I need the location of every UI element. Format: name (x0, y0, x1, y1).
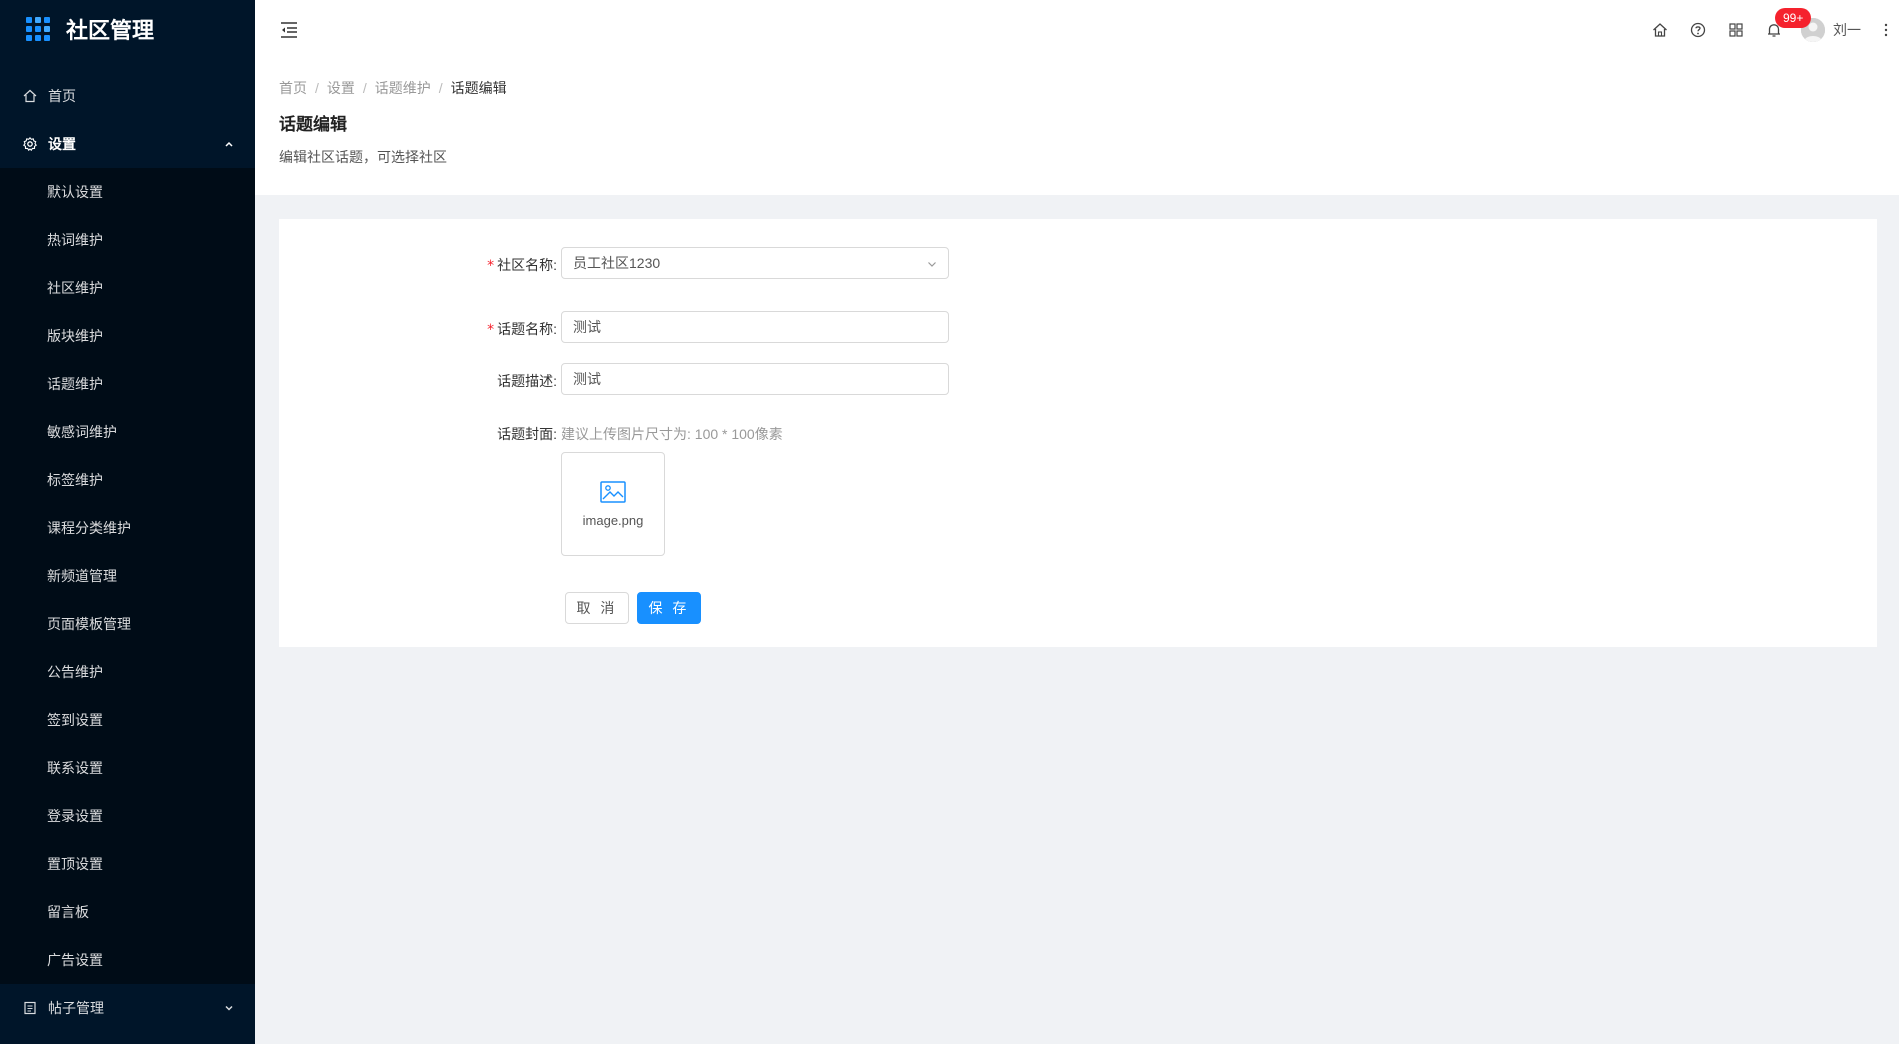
sidebar-item-ads[interactable]: 广告设置 (0, 936, 255, 984)
breadcrumb-settings[interactable]: 设置 (327, 78, 355, 98)
logo[interactable]: 社区管理 (0, 0, 255, 58)
breadcrumb-current: 话题编辑 (450, 80, 507, 96)
page-description: 编辑社区话题，可选择社区 (279, 149, 447, 165)
image-icon (600, 480, 626, 503)
home-icon[interactable] (1641, 0, 1679, 60)
sidebar-item-section[interactable]: 版块维护 (0, 312, 255, 360)
sidebar-item-label: 帖子管理 (48, 1000, 104, 1016)
user-name: 刘一 (1833, 22, 1861, 38)
sidebar-item-new-channel[interactable]: 新频道管理 (0, 552, 255, 600)
required-mark: * (487, 258, 495, 274)
community-select[interactable]: 员工社区1230 (561, 247, 949, 279)
bell-icon[interactable]: 99+ (1755, 0, 1812, 60)
cancel-button[interactable]: 取 消 (565, 592, 629, 624)
sidebar-item-home[interactable]: 首页 (0, 72, 255, 120)
sidebar-item-checkin[interactable]: 签到设置 (0, 696, 255, 744)
sidebar-item-default-settings[interactable]: 默认设置 (0, 168, 255, 216)
sidebar-item-message-board[interactable]: 留言板 (0, 888, 255, 936)
breadcrumb-separator: / (362, 80, 367, 96)
sidebar-item-course-category[interactable]: 课程分类维护 (0, 504, 255, 552)
community-select-value: 员工社区1230 (573, 255, 661, 271)
sidebar: 社区管理 首页 设置 默认设置 热词维护 社区维护 版块维护 话题维护 敏感词维… (0, 0, 255, 1044)
app-grid-icon (26, 17, 50, 41)
gear-icon (22, 136, 38, 152)
settings-submenu: 默认设置 热词维护 社区维护 版块维护 话题维护 敏感词维护 标签维护 课程分类… (0, 168, 255, 984)
page-header: 首页 / 设置 / 话题维护 / 话题编辑 话题编辑 编辑社区话题，可选择社区 (255, 60, 1899, 195)
breadcrumb-home[interactable]: 首页 (279, 78, 307, 98)
home-icon (22, 88, 38, 104)
sidebar-menu: 首页 设置 默认设置 热词维护 社区维护 版块维护 话题维护 敏感词维护 标签维… (0, 72, 255, 1032)
chevron-down-icon (928, 262, 936, 267)
breadcrumb-separator: / (315, 80, 319, 96)
breadcrumb: 首页 / 设置 / 话题维护 / 话题编辑 (279, 78, 1875, 98)
sidebar-item-sensitive-words[interactable]: 敏感词维护 (0, 408, 255, 456)
notification-badge: 99+ (1775, 8, 1812, 28)
top-header: 99+ 刘一 (255, 0, 1899, 60)
sidebar-item-label: 首页 (48, 88, 76, 104)
app-title: 社区管理 (66, 18, 155, 43)
save-button[interactable]: 保 存 (637, 592, 701, 624)
sidebar-item-page-template[interactable]: 页面模板管理 (0, 600, 255, 648)
breadcrumb-separator: / (438, 80, 443, 96)
sidebar-item-login[interactable]: 登录设置 (0, 792, 255, 840)
cover-hint: 建议上传图片尺寸为: 100 * 100像素 (561, 426, 783, 442)
breadcrumb-topic-maintenance[interactable]: 话题维护 (375, 78, 431, 98)
menu-fold-icon[interactable] (279, 20, 299, 40)
form-card: * 社区名称: 员工社区1230 * 话题名称: 测试 话题描述: 测试 话题封面:… (279, 219, 1877, 647)
sidebar-item-settings[interactable]: 设置 (0, 120, 255, 168)
cover-file-name: image.png (582, 512, 644, 528)
sidebar-item-label: 设置 (48, 136, 76, 152)
topic-name-input[interactable]: 测试 (561, 311, 949, 343)
sidebar-item-announcement[interactable]: 公告维护 (0, 648, 255, 696)
sidebar-item-posts[interactable]: 帖子管理 (0, 984, 255, 1032)
header-actions: 99+ 刘一 (1641, 0, 1899, 60)
topic-desc-value: 测试 (573, 371, 601, 387)
cover-label: 话题封面: (497, 426, 557, 442)
sidebar-item-contact[interactable]: 联系设置 (0, 744, 255, 792)
cover-upload[interactable]: image.png (561, 452, 665, 556)
more-vertical-icon[interactable] (1873, 0, 1899, 60)
help-icon[interactable] (1679, 0, 1717, 60)
document-icon (22, 1000, 38, 1016)
community-label: * 社区名称: (487, 257, 557, 274)
chevron-down-icon (225, 1005, 233, 1011)
sidebar-item-tags[interactable]: 标签维护 (0, 456, 255, 504)
topic-name-value: 测试 (573, 319, 601, 335)
sidebar-item-community[interactable]: 社区维护 (0, 264, 255, 312)
page-title: 话题编辑 (279, 115, 347, 134)
topic-name-label: * 话题名称: (487, 321, 557, 338)
topic-desc-input[interactable]: 测试 (561, 363, 949, 395)
chevron-up-icon (225, 141, 233, 147)
topic-desc-label: 话题描述: (497, 373, 557, 389)
required-mark: * (487, 322, 495, 338)
sidebar-item-hotword[interactable]: 热词维护 (0, 216, 255, 264)
sidebar-item-pin[interactable]: 置顶设置 (0, 840, 255, 888)
sidebar-item-topic[interactable]: 话题维护 (0, 360, 255, 408)
apps-icon[interactable] (1717, 0, 1755, 60)
